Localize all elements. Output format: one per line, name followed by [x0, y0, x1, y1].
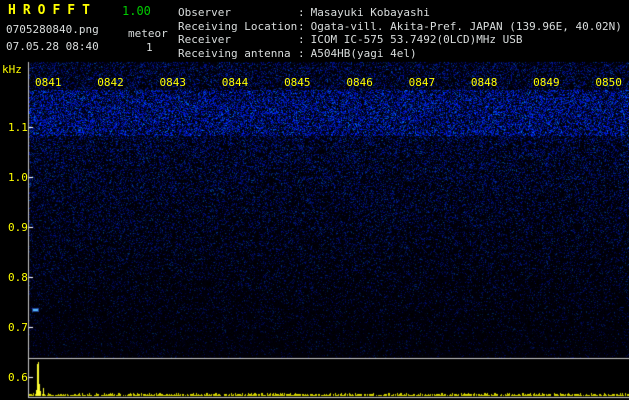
- x-tick-label: 0849: [533, 76, 560, 89]
- info-colon: :: [298, 46, 305, 60]
- y-tick-label: 0.8: [8, 271, 28, 284]
- x-tick-label: 0848: [470, 76, 498, 89]
- hrofft-screen: HROFFT 1.00 0705280840.png meteor 07.05.…: [0, 0, 629, 400]
- info-label: Receiving antenna: [178, 46, 291, 60]
- x-tick-label: 0841: [35, 76, 62, 89]
- x-tick-label: 0846: [346, 76, 373, 89]
- y-axis-unit-label: kHz: [2, 63, 22, 76]
- info-row-receiver: Receiver: ICOM IC-575 53.7492(0LCD)MHz US…: [178, 33, 622, 47]
- info-row-antenna: Receiving antenna: A504HB(yagi 4el): [178, 47, 622, 61]
- info-row-observer: Observer: Masayuki Kobayashi: [178, 6, 622, 20]
- x-tick-label: 0842: [97, 76, 124, 89]
- app-title: HROFFT: [8, 3, 97, 18]
- x-tick-label: 0847: [408, 76, 436, 89]
- observer-info: Observer: Masayuki Kobayashi Receiving Lo…: [178, 6, 622, 60]
- filename: 0705280840.png: [6, 23, 99, 36]
- x-axis-tick-row: 0841 0842 0843 0844 0845 0846 0847 0848 …: [30, 76, 627, 89]
- y-tick-label: 1.0: [8, 171, 28, 184]
- meteor-count: 1: [146, 41, 153, 54]
- app-version: 1.00: [122, 4, 151, 18]
- info-label: Receiver: [178, 33, 231, 46]
- info-colon: :: [298, 19, 305, 33]
- mode-label: meteor: [128, 27, 168, 40]
- info-colon: :: [298, 6, 305, 19]
- info-row-location: Receiving Location: Ogata-vill. Akita-Pre…: [178, 20, 622, 34]
- info-colon: :: [298, 33, 305, 46]
- info-value: Ogata-vill. Akita-Pref. JAPAN (139.96E, …: [310, 19, 622, 33]
- y-tick-label: 0.9: [8, 221, 28, 234]
- x-tick-label: 0844: [221, 76, 249, 89]
- info-value: Masayuki Kobayashi: [310, 6, 430, 19]
- x-tick-label: 0850: [595, 76, 622, 89]
- x-tick-label: 0845: [284, 76, 311, 89]
- info-label: Receiving Location: [178, 19, 298, 33]
- y-tick-label: 0.6: [8, 371, 28, 384]
- y-tick-label: 1.1: [8, 121, 28, 134]
- x-tick-label: 0843: [159, 76, 187, 89]
- info-value: ICOM IC-575 53.7492(0LCD)MHz USB: [310, 33, 523, 46]
- info-label: Observer: [178, 6, 231, 19]
- spectrogram-canvas: [0, 0, 629, 400]
- info-value: A504HB(yagi 4el): [310, 46, 417, 60]
- datetime: 07.05.28 08:40: [6, 40, 99, 53]
- y-tick-label: 0.7: [8, 321, 28, 334]
